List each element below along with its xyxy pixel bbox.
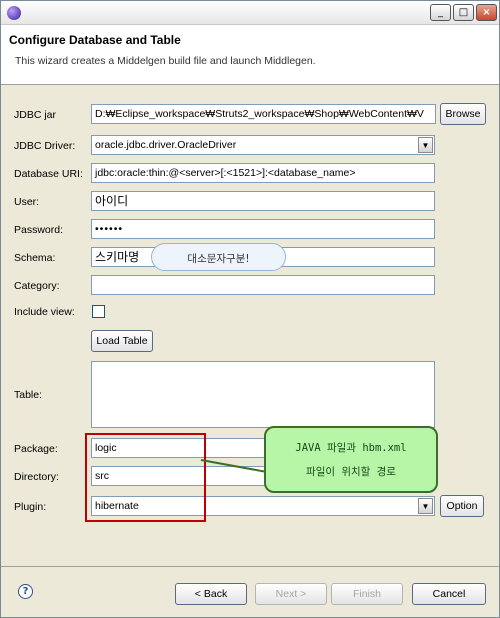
jdbc-driver-value: oracle.jdbc.driver.OracleDriver [95,139,237,151]
jdbc-jar-label: JDBC jar [14,109,57,121]
jdbc-driver-label: JDBC Driver: [14,140,76,152]
user-field[interactable]: 아이디 [91,191,435,211]
highlight-box [85,433,206,522]
plugin-label: Plugin: [14,501,47,513]
minimize-button[interactable]: _ [430,4,451,21]
jdbc-jar-field[interactable]: D:₩Eclipse_workspace₩Struts2_workspace₩S… [91,104,436,124]
jdbc-driver-select[interactable]: oracle.jdbc.driver.OracleDriver ▼ [91,135,435,155]
load-table-button[interactable]: Load Table [91,330,153,352]
case-sensitive-text: 대소문자구분! [187,253,250,265]
page-title: Configure Database and Table [9,33,181,47]
package-label: Package: [14,443,58,455]
password-field[interactable]: •••••• [91,219,435,239]
maximize-button[interactable]: □ [453,4,474,21]
option-button[interactable]: Option [440,495,484,517]
case-sensitive-note: 대소문자구분! [151,243,286,271]
include-view-label: Include view: [14,306,75,318]
database-uri-field[interactable]: jdbc:oracle:thin:@<server>[:<1521>]:<dat… [91,163,435,183]
back-button-label: < Back [194,588,228,600]
next-button[interactable]: Next > [255,583,327,605]
database-uri-label: Database URI: [14,168,83,180]
category-field[interactable] [91,275,435,295]
callout-line-1: JAVA 파일과 hbm.xml [295,442,407,454]
finish-button[interactable]: Finish [331,583,403,605]
page-description: This wizard creates a Middelgen build fi… [15,55,316,67]
callout-line-2: 파일이 위치할 경로 [306,466,396,478]
chevron-down-icon[interactable]: ▼ [418,498,433,514]
cancel-button[interactable]: Cancel [412,583,486,605]
directory-label: Directory: [14,471,59,483]
browse-button[interactable]: Browse [440,103,486,125]
category-label: Category: [14,280,60,292]
help-icon[interactable]: ? [18,584,33,599]
schema-label: Schema: [14,252,56,264]
eclipse-icon [7,6,21,20]
title-bar[interactable]: _ □ × [1,1,499,25]
form-area: JDBC jar D:₩Eclipse_workspace₩Struts2_wo… [1,86,499,566]
table-label: Table: [14,389,43,401]
wizard-window: _ □ × Configure Database and Table This … [0,0,500,618]
back-button[interactable]: < Back [175,583,247,605]
wizard-footer: ? < Back Next > Finish Cancel [1,566,499,617]
callout-pointer [200,459,268,473]
chevron-down-icon[interactable]: ▼ [418,137,433,153]
close-button[interactable]: × [476,4,497,21]
user-label: User: [14,196,40,208]
password-label: Password: [14,224,64,236]
table-list[interactable] [91,361,435,428]
include-view-checkbox[interactable] [92,305,105,318]
path-callout: JAVA 파일과 hbm.xml 파일이 위치할 경로 [264,426,438,493]
wizard-header: Configure Database and Table This wizard… [1,25,499,85]
